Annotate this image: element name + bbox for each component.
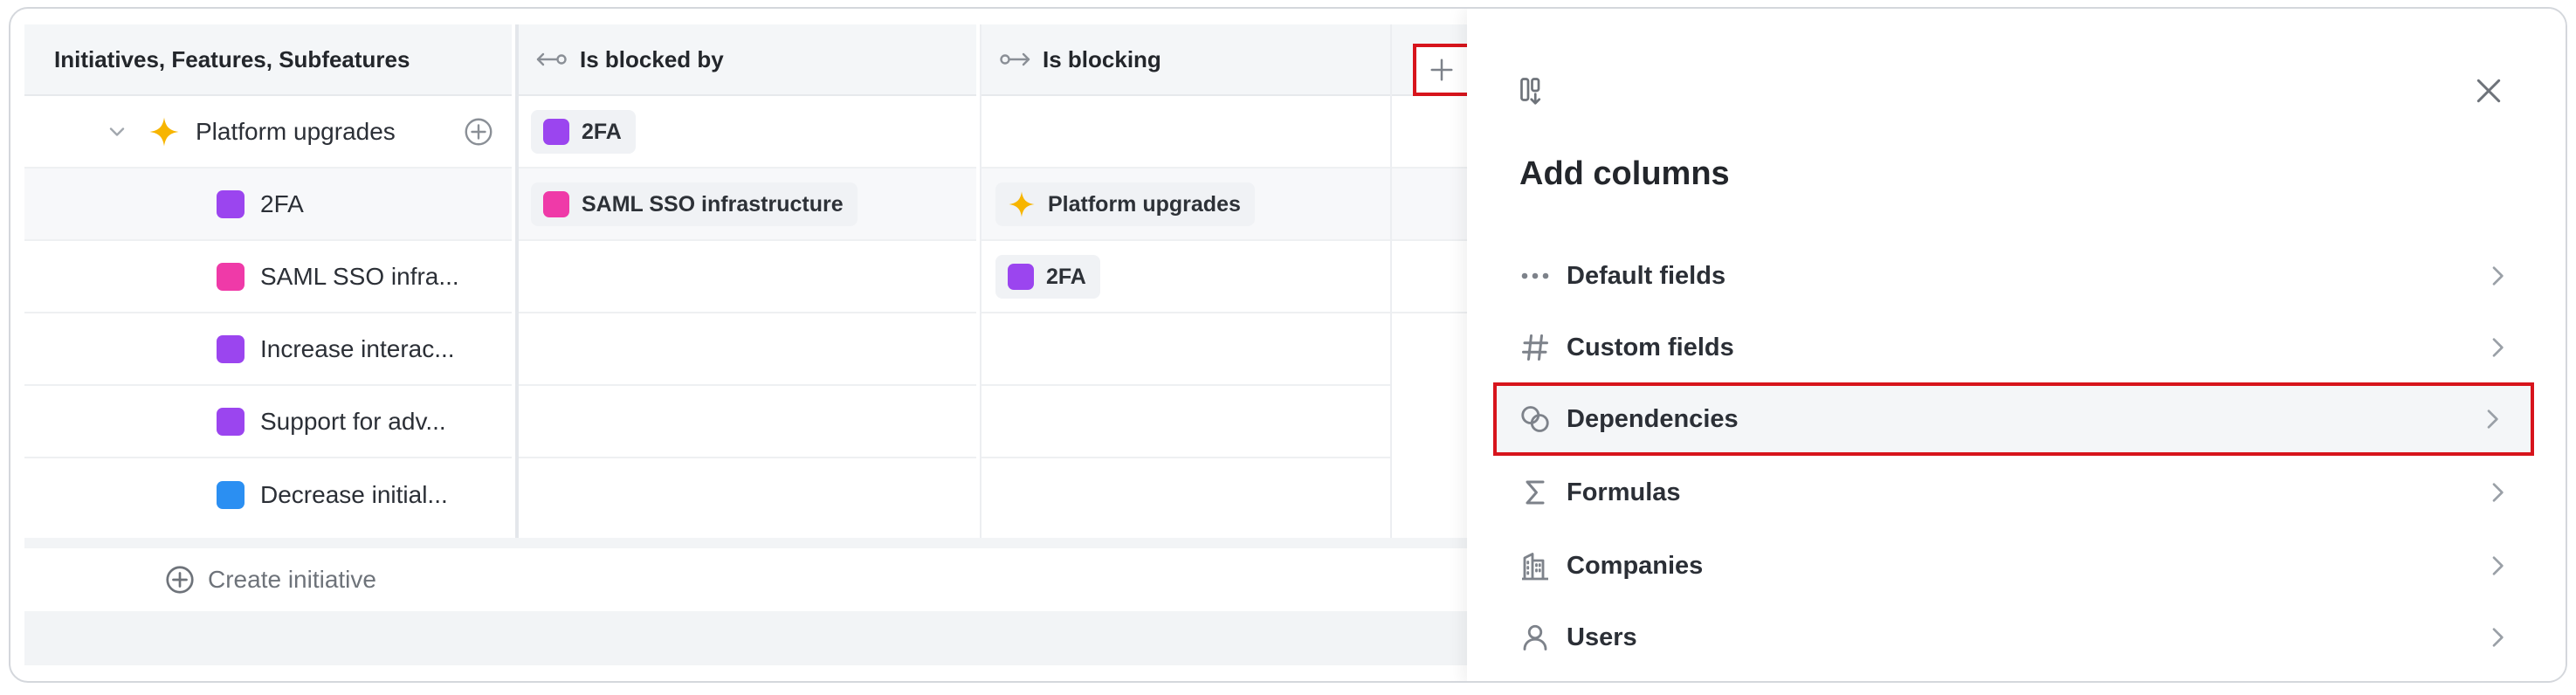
feature-color-icon — [217, 407, 245, 436]
app-frame: Initiatives, Features, Subfeatures Platf… — [9, 7, 2567, 683]
feature-color-icon — [543, 119, 569, 145]
menu-item-label: Default fields — [1567, 261, 1726, 290]
initiative-star-icon — [149, 117, 179, 146]
building-icon — [1522, 553, 1548, 581]
menu-item-formulas[interactable]: Formulas — [1502, 458, 2536, 527]
chevron-right-icon — [2492, 266, 2504, 286]
feature-color-icon — [217, 334, 245, 363]
add-circle-icon — [166, 566, 194, 594]
dependency-chip[interactable]: SAML SSO infrastructure — [531, 182, 858, 226]
menu-item-companies[interactable]: Companies — [1502, 531, 2536, 601]
column-header-blocking[interactable]: Is blocking — [981, 24, 1390, 96]
create-initiative-label: Create initiative — [208, 566, 376, 593]
table-row: 2FA — [981, 241, 1390, 313]
feature-color-icon — [217, 189, 245, 218]
feature-color-icon — [1008, 264, 1034, 290]
chevron-right-icon — [2492, 483, 2504, 502]
menu-item-dependencies[interactable]: Dependencies — [1493, 382, 2534, 456]
link-icon — [1521, 406, 1549, 432]
create-initiative-button[interactable]: Create initiative — [24, 538, 1476, 611]
table-row[interactable]: Platform upgrades — [24, 96, 512, 169]
row-name: Increase interac... — [260, 334, 455, 362]
dependency-chip[interactable]: 2FA — [995, 255, 1100, 299]
row-name: SAML SSO infra... — [260, 262, 459, 290]
menu-item-label: Formulas — [1567, 478, 1681, 506]
table-row[interactable]: SAML SSO infra... — [24, 241, 512, 313]
menu-item-label: Dependencies — [1567, 404, 1739, 433]
table-row: SAML SSO infrastructure — [519, 169, 976, 241]
plus-icon — [1430, 58, 1453, 81]
table-row — [981, 313, 1390, 386]
arrow-left-link-icon — [536, 52, 567, 66]
menu-item-users[interactable]: Users — [1502, 602, 2536, 672]
column-name: Initiatives, Features, Subfeatures Platf… — [24, 24, 512, 538]
chip-label: 2FA — [582, 119, 622, 144]
table-row[interactable]: Increase interac... — [24, 313, 512, 386]
column-add-icon — [1520, 78, 1541, 105]
column-header-name[interactable]: Initiatives, Features, Subfeatures — [24, 24, 512, 96]
row-name: Decrease initial... — [260, 480, 448, 508]
add-circle-icon[interactable] — [463, 116, 494, 148]
add-column-button[interactable] — [1413, 44, 1471, 96]
row-name: 2FA — [260, 189, 304, 217]
dots-icon — [1521, 272, 1549, 279]
chip-label: SAML SSO infrastructure — [582, 191, 844, 217]
chevron-down-icon[interactable] — [105, 120, 129, 144]
table-row — [519, 386, 976, 458]
table-row — [519, 458, 976, 531]
table-row — [981, 458, 1390, 531]
table-row — [519, 241, 976, 313]
feature-color-icon — [217, 262, 245, 291]
hash-icon — [1522, 334, 1548, 361]
chevron-right-icon — [2492, 556, 2504, 575]
feature-color-icon — [543, 191, 569, 217]
dependency-chip[interactable]: 2FA — [531, 110, 636, 154]
column-blocked-by: Is blocked by 2FA SAML SSO infrastructur… — [515, 24, 976, 538]
table-row[interactable]: Decrease initial... — [24, 458, 512, 531]
chevron-right-icon — [2487, 409, 2498, 429]
column-header-label: Initiatives, Features, Subfeatures — [54, 45, 410, 72]
grid-body: Initiatives, Features, Subfeatures Platf… — [24, 24, 1476, 538]
table-row[interactable]: 2FA — [24, 169, 512, 241]
table-row — [519, 313, 976, 386]
menu-item-default-fields[interactable]: Default fields — [1502, 241, 2536, 311]
roadmap-grid: Initiatives, Features, Subfeatures Platf… — [24, 24, 1476, 665]
menu-item-label: Custom fields — [1567, 333, 1734, 361]
dependency-chip[interactable]: Platform upgrades — [995, 182, 1255, 226]
chevron-right-icon — [2492, 338, 2504, 357]
chip-label: Platform upgrades — [1048, 191, 1241, 217]
table-row: Platform upgrades — [981, 169, 1390, 241]
column-blocking: Is blocking Platform upgrades 2FA — [980, 24, 1390, 538]
menu-item-custom-fields[interactable]: Custom fields — [1502, 313, 2536, 382]
initiative-star-icon — [1009, 191, 1035, 217]
close-icon[interactable] — [2471, 73, 2506, 108]
feature-color-icon — [217, 480, 245, 509]
row-name: Platform upgrades — [196, 117, 396, 145]
arrow-right-link-icon — [1000, 52, 1030, 66]
chevron-right-icon — [2492, 628, 2504, 647]
table-row — [1392, 169, 1476, 241]
column-header-label: Is blocking — [1043, 45, 1161, 72]
table-row — [981, 96, 1390, 169]
table-row — [1392, 96, 1476, 169]
chip-label: 2FA — [1046, 264, 1086, 289]
column-header-label: Is blocked by — [580, 45, 724, 72]
table-row[interactable]: Support for adv... — [24, 386, 512, 458]
column-header-blocked-by[interactable]: Is blocked by — [519, 24, 976, 96]
add-columns-panel: Add columns Default fields Custom fields — [1467, 9, 2566, 681]
sigma-icon — [1526, 480, 1545, 505]
panel-title: Add columns — [1519, 155, 1730, 192]
table-row — [981, 386, 1390, 458]
row-name: Support for adv... — [260, 407, 446, 435]
table-row — [1392, 241, 1476, 313]
menu-item-label: Companies — [1567, 551, 1704, 580]
user-icon — [1523, 624, 1547, 650]
column-add — [1390, 24, 1476, 538]
menu-item-label: Users — [1567, 623, 1637, 651]
table-row: 2FA — [519, 96, 976, 169]
